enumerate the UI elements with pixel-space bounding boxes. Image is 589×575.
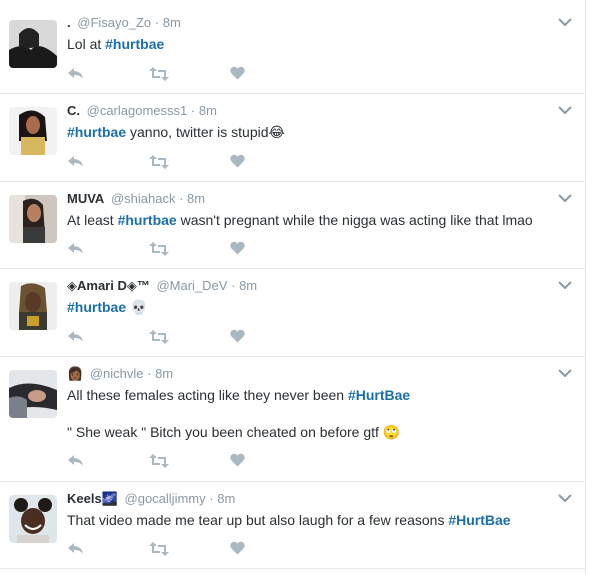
tweet-text-segment: That video made me tear up but also laug… (67, 512, 449, 528)
tweet-header: ◈Amari D◈™ @Mari_DeV · 8m (67, 277, 257, 295)
chevron-down-icon[interactable] (558, 193, 572, 203)
tweet[interactable]: 👩🏾 @nichvle · 8m All these females actin… (0, 357, 585, 482)
tweet-timeline: . @Fisayo_Zo · 8m Lol at #hurtbae C. @ca… (0, 0, 586, 575)
tweet-text-segment: " She weak " Bitch you been cheated on b… (67, 424, 401, 440)
display-name[interactable]: . (67, 15, 71, 30)
avatar[interactable] (9, 107, 57, 155)
chevron-down-icon[interactable] (558, 493, 572, 503)
tweet-header: Keels🌌 @gocalljimmy · 8m (67, 490, 235, 509)
tweet-text: Lol at #hurtbae (67, 35, 565, 54)
tweet-text-line: Lol at #hurtbae (67, 35, 565, 54)
hashtag-link[interactable]: #hurtbae (67, 124, 126, 140)
separator: · (147, 366, 152, 381)
timestamp[interactable]: 8m (199, 103, 217, 118)
separator: · (231, 278, 236, 293)
reply-icon[interactable] (67, 154, 85, 170)
reply-icon[interactable] (67, 66, 85, 82)
tweet-text: That video made me tear up but also laug… (67, 511, 565, 530)
tweet[interactable]: Keels🌌 @gocalljimmy · 8m That video made… (0, 482, 585, 569)
reply-icon[interactable] (67, 241, 85, 257)
chevron-down-icon[interactable] (558, 368, 572, 378)
heart-icon[interactable] (230, 329, 245, 345)
separator: · (179, 191, 184, 206)
display-name[interactable]: C. (67, 103, 80, 118)
user-handle[interactable]: @carlagomesss1 (87, 103, 188, 118)
tweet-text: #hurtbae 💀 (67, 298, 565, 317)
tweet-text-line: " She weak " Bitch you been cheated on b… (67, 423, 565, 442)
timestamp[interactable]: 8m (187, 191, 205, 206)
tweet-text-line: That video made me tear up but also laug… (67, 511, 565, 530)
timestamp[interactable]: 8m (163, 15, 181, 30)
tweet[interactable]: C. @carlagomesss1 · 8m #hurtbae yanno, t… (0, 94, 585, 182)
retweet-icon[interactable] (149, 329, 169, 345)
retweet-icon[interactable] (149, 66, 169, 82)
timestamp[interactable]: 8m (239, 278, 257, 293)
hashtag-link[interactable]: #HurtBae (348, 387, 410, 403)
heart-icon[interactable] (230, 241, 245, 257)
tweet-header: 👩🏾 @nichvle · 8m (67, 365, 173, 384)
tweet[interactable]: . @Fisayo_Zo · 8m Lol at #hurtbae (0, 6, 585, 94)
avatar[interactable] (9, 495, 57, 543)
display-name[interactable]: MUVA (67, 191, 104, 206)
user-emoji-badge: 🌌 (101, 492, 118, 507)
tweet-header: . @Fisayo_Zo · 8m (67, 14, 181, 32)
tweet-text: At least #hurtbae wasn't pregnant while … (67, 211, 565, 230)
tweet-text-line: #hurtbae 💀 (67, 298, 565, 317)
timestamp[interactable]: 8m (217, 491, 235, 506)
heart-icon[interactable] (230, 541, 245, 557)
display-name[interactable]: Keels (67, 491, 102, 506)
hashtag-link[interactable]: #hurtbae (105, 36, 164, 52)
reply-icon[interactable] (67, 541, 85, 557)
retweet-icon[interactable] (149, 241, 169, 257)
tweet-text: All these females acting like they never… (67, 386, 565, 442)
retweet-icon[interactable] (149, 154, 169, 170)
separator: · (154, 15, 160, 30)
user-handle[interactable]: @shiahack (111, 191, 176, 206)
retweet-icon[interactable] (149, 541, 169, 557)
avatar[interactable] (9, 370, 57, 418)
avatar[interactable] (9, 20, 57, 68)
tweet-header: C. @carlagomesss1 · 8m (67, 102, 217, 120)
user-handle[interactable]: @Mari_DeV (156, 278, 227, 293)
heart-icon[interactable] (230, 453, 245, 469)
user-handle[interactable]: @Fisayo_Zo (77, 15, 151, 30)
chevron-down-icon[interactable] (558, 280, 572, 290)
avatar[interactable] (9, 282, 57, 330)
reply-icon[interactable] (67, 329, 85, 345)
tweet-text-line: #hurtbae yanno, twitter is stupid😂 (67, 123, 565, 142)
retweet-icon[interactable] (149, 453, 169, 469)
tweet-text-line: All these females acting like they never… (67, 386, 565, 405)
user-handle[interactable]: @nichvle (90, 366, 144, 381)
hashtag-link[interactable]: #hurtbae (118, 212, 177, 228)
tweet[interactable]: ◈Amari D◈™ @Mari_DeV · 8m #hurtbae 💀 (0, 269, 585, 357)
chevron-down-icon[interactable] (558, 105, 572, 115)
user-emoji-badge: 👩🏾 (67, 367, 84, 382)
avatar[interactable] (9, 195, 57, 243)
tweet-text: #hurtbae yanno, twitter is stupid😂 (67, 123, 565, 142)
chevron-down-icon[interactable] (558, 17, 572, 27)
heart-icon[interactable] (230, 154, 245, 170)
timestamp[interactable]: 8m (155, 366, 173, 381)
separator: · (190, 103, 196, 118)
hashtag-link[interactable]: #HurtBae (448, 512, 510, 528)
tweet-text-segment: yanno, twitter is stupid😂 (126, 124, 285, 140)
user-handle[interactable]: @gocalljimmy (125, 491, 206, 506)
tweet[interactable]: MUVA @shiahack · 8m At least #hurtbae wa… (0, 182, 585, 269)
tweet-text-segment: wasn't pregnant while the nigga was acti… (176, 212, 533, 228)
hashtag-link[interactable]: #hurtbae (67, 299, 126, 315)
tweet-text-segment: At least (67, 212, 118, 228)
tweet-text-line: At least #hurtbae wasn't pregnant while … (67, 211, 565, 230)
heart-icon[interactable] (230, 66, 245, 82)
tweet-text-segment: Lol at (67, 36, 106, 52)
reply-icon[interactable] (67, 453, 85, 469)
display-name[interactable]: ◈Amari D◈™ (67, 278, 150, 293)
tweet-header: MUVA @shiahack · 8m (67, 190, 205, 208)
tweet-text-segment: All these females acting like they never… (67, 387, 348, 403)
tweet-text-segment: 💀 (126, 299, 148, 315)
separator: · (209, 491, 214, 506)
